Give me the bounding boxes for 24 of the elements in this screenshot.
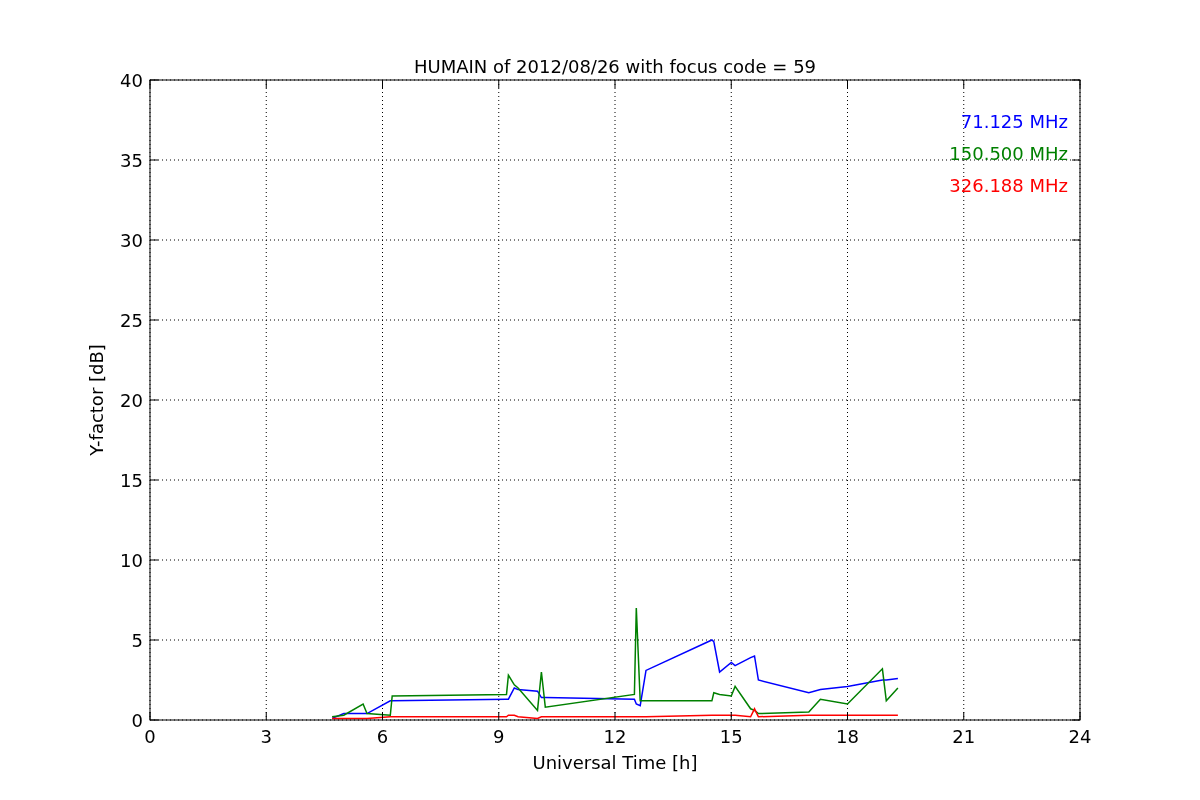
x-tick-label: 0 xyxy=(144,726,156,747)
legend-label: 150.500 MHz xyxy=(949,143,1068,164)
x-tick-label: 12 xyxy=(603,726,627,747)
x-tick-label: 6 xyxy=(376,726,389,747)
x-tick-label: 21 xyxy=(952,726,976,747)
chart-title: HUMAIN of 2012/08/26 with focus code = 59 xyxy=(413,56,817,77)
x-tick-label: 18 xyxy=(836,726,859,747)
legend-label: 71.125 MHz xyxy=(960,111,1068,132)
y-tick-label: 30 xyxy=(120,230,143,251)
y-axis-label: Y-factor [dB] xyxy=(86,344,107,456)
x-tick-label: 3 xyxy=(260,726,272,747)
y-tick-label: 5 xyxy=(131,630,143,651)
x-tick-label: 9 xyxy=(493,726,505,747)
y-tick-label: 0 xyxy=(131,710,143,731)
y-tick-label: 35 xyxy=(120,150,143,171)
legend-label: 326.188 MHz xyxy=(949,175,1068,196)
y-tick-label: 25 xyxy=(120,310,143,331)
y-tick-label: 15 xyxy=(120,470,143,491)
x-tick-label: 15 xyxy=(719,726,743,747)
y-tick-label: 10 xyxy=(120,550,143,571)
x-axis-label: Universal Time [h] xyxy=(532,752,698,773)
y-tick-label: 40 xyxy=(120,70,143,91)
y-tick-label: 20 xyxy=(120,390,143,411)
x-tick-label: 24 xyxy=(1068,726,1092,747)
